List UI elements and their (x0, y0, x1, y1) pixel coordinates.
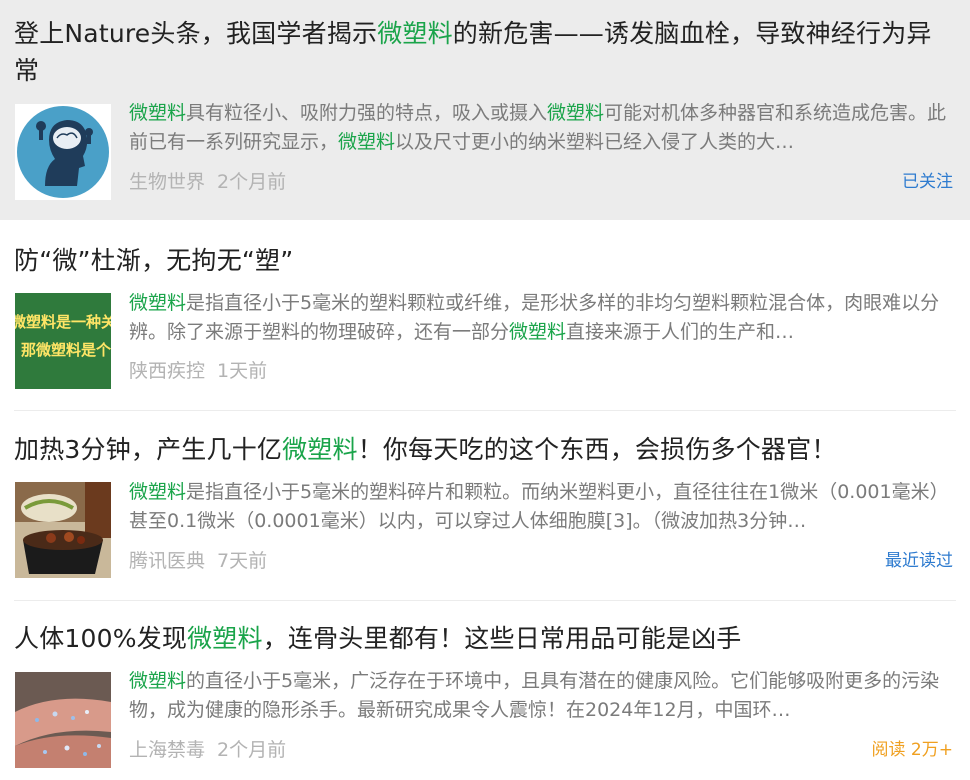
snippet-text: 直接来源于人们的生产和… (566, 321, 795, 343)
title-text: 防“微”杜渐，无拘无“塑” (14, 246, 294, 275)
publish-time: 2个月前 (217, 171, 287, 193)
title-text: 登上Nature头条，我国学者揭示 (14, 19, 378, 48)
snippet-keyword: 微塑料 (547, 102, 605, 124)
article-card-2[interactable]: 防“微”杜渐，无拘无“塑” 微塑料是一种关 那微塑料是个 微塑料是指直径小于5毫… (0, 220, 970, 410)
source-name[interactable]: 腾讯医典 (129, 550, 205, 572)
article-meta: 生物世界 2个月前 (129, 169, 298, 195)
read-count-badge: 阅读 2万+ (871, 740, 953, 760)
article-card-4[interactable]: 人体100%发现微塑料，连骨头里都有！这些日常用品可能是凶手 微塑料的直径小于5… (0, 601, 970, 780)
source-name[interactable]: 生物世界 (129, 171, 205, 193)
article-title[interactable]: 防“微”杜渐，无拘无“塑” (14, 242, 954, 279)
article-snippet: 微塑料的直径小于5毫米，广泛存在于环境中，且具有潜在的健康风险。它们能够吸附更多… (129, 667, 951, 725)
title-keyword: 微塑料 (282, 435, 358, 464)
snippet-keyword: 微塑料 (129, 670, 187, 692)
publish-time: 2个月前 (217, 739, 287, 761)
article-title[interactable]: 人体100%发现微塑料，连骨头里都有！这些日常用品可能是凶手 (14, 620, 954, 657)
source-name[interactable]: 陕西疾控 (129, 360, 205, 382)
title-keyword: 微塑料 (377, 19, 453, 48)
source-name[interactable]: 上海禁毒 (129, 739, 205, 761)
article-title[interactable]: 加热3分钟，产生几十亿微塑料！你每天吃的这个东西，会损伤多个器官！ (14, 431, 954, 468)
article-title[interactable]: 登上Nature头条，我国学者揭示微塑料的新危害——诱发脑血栓，导致神经行为异常 (14, 15, 954, 89)
thumb-text-1: 微塑料是一种关 (15, 313, 111, 331)
publish-time: 1天前 (217, 360, 268, 382)
snippet-text: 的直径小于5毫米，广泛存在于环境中，且具有潜在的健康风险。它们能够吸附更多的污染… (129, 670, 940, 721)
brain-head-icon (15, 104, 111, 200)
fingers-particles-icon (15, 672, 111, 768)
snippet-keyword: 微塑料 (129, 292, 187, 314)
thumb-text-2: 那微塑料是个 (21, 341, 111, 359)
snippet-keyword: 微塑料 (509, 321, 567, 343)
article-snippet: 微塑料是指直径小于5毫米的塑料碎片和颗粒。而纳米塑料更小，直径往往在1微米（0.… (129, 478, 951, 536)
article-feed: 登上Nature头条，我国学者揭示微塑料的新危害——诱发脑血栓，导致神经行为异常… (0, 0, 970, 780)
article-meta: 陕西疾控 1天前 (129, 358, 279, 384)
text-banner-icon: 微塑料是一种关 那微塑料是个 (15, 293, 111, 389)
recently-read-badge: 最近读过 (885, 551, 953, 571)
publish-time: 7天前 (217, 550, 268, 572)
snippet-text: 是指直径小于5毫米的塑料碎片和颗粒。而纳米塑料更小，直径往往在1微米（0.001… (129, 481, 949, 532)
article-meta: 腾讯医典 7天前 (129, 548, 279, 574)
article-snippet: 微塑料是指直径小于5毫米的塑料颗粒或纤维，是形状多样的非均匀塑料颗粒混合体，肉眼… (129, 289, 951, 347)
food-container-icon (15, 482, 111, 578)
article-snippet: 微塑料具有粒径小、吸附力强的特点，吸入或摄入微塑料可能对机体多种器官和系统造成危… (129, 99, 951, 157)
snippet-keyword: 微塑料 (129, 102, 187, 124)
title-text: 加热3分钟，产生几十亿 (14, 435, 283, 464)
snippet-text: 具有粒径小、吸附力强的特点，吸入或摄入 (186, 102, 548, 124)
title-text: ！你每天吃的这个东西，会损伤多个器官！ (357, 435, 837, 464)
article-card-1[interactable]: 登上Nature头条，我国学者揭示微塑料的新危害——诱发脑血栓，导致神经行为异常… (0, 0, 970, 220)
title-text: ，连骨头里都有！这些日常用品可能是凶手 (262, 624, 742, 653)
snippet-text: 以及尺寸更小的纳米塑料已经入侵了人类的大… (395, 131, 795, 153)
snippet-keyword: 微塑料 (129, 481, 187, 503)
followed-badge: 已关注 (902, 172, 953, 192)
article-meta: 上海禁毒 2个月前 (129, 737, 298, 763)
title-text: 人体100%发现 (14, 624, 188, 653)
snippet-keyword: 微塑料 (338, 131, 396, 153)
title-keyword: 微塑料 (187, 624, 263, 653)
article-card-3[interactable]: 加热3分钟，产生几十亿微塑料！你每天吃的这个东西，会损伤多个器官！ 微塑料是指直… (0, 411, 970, 600)
